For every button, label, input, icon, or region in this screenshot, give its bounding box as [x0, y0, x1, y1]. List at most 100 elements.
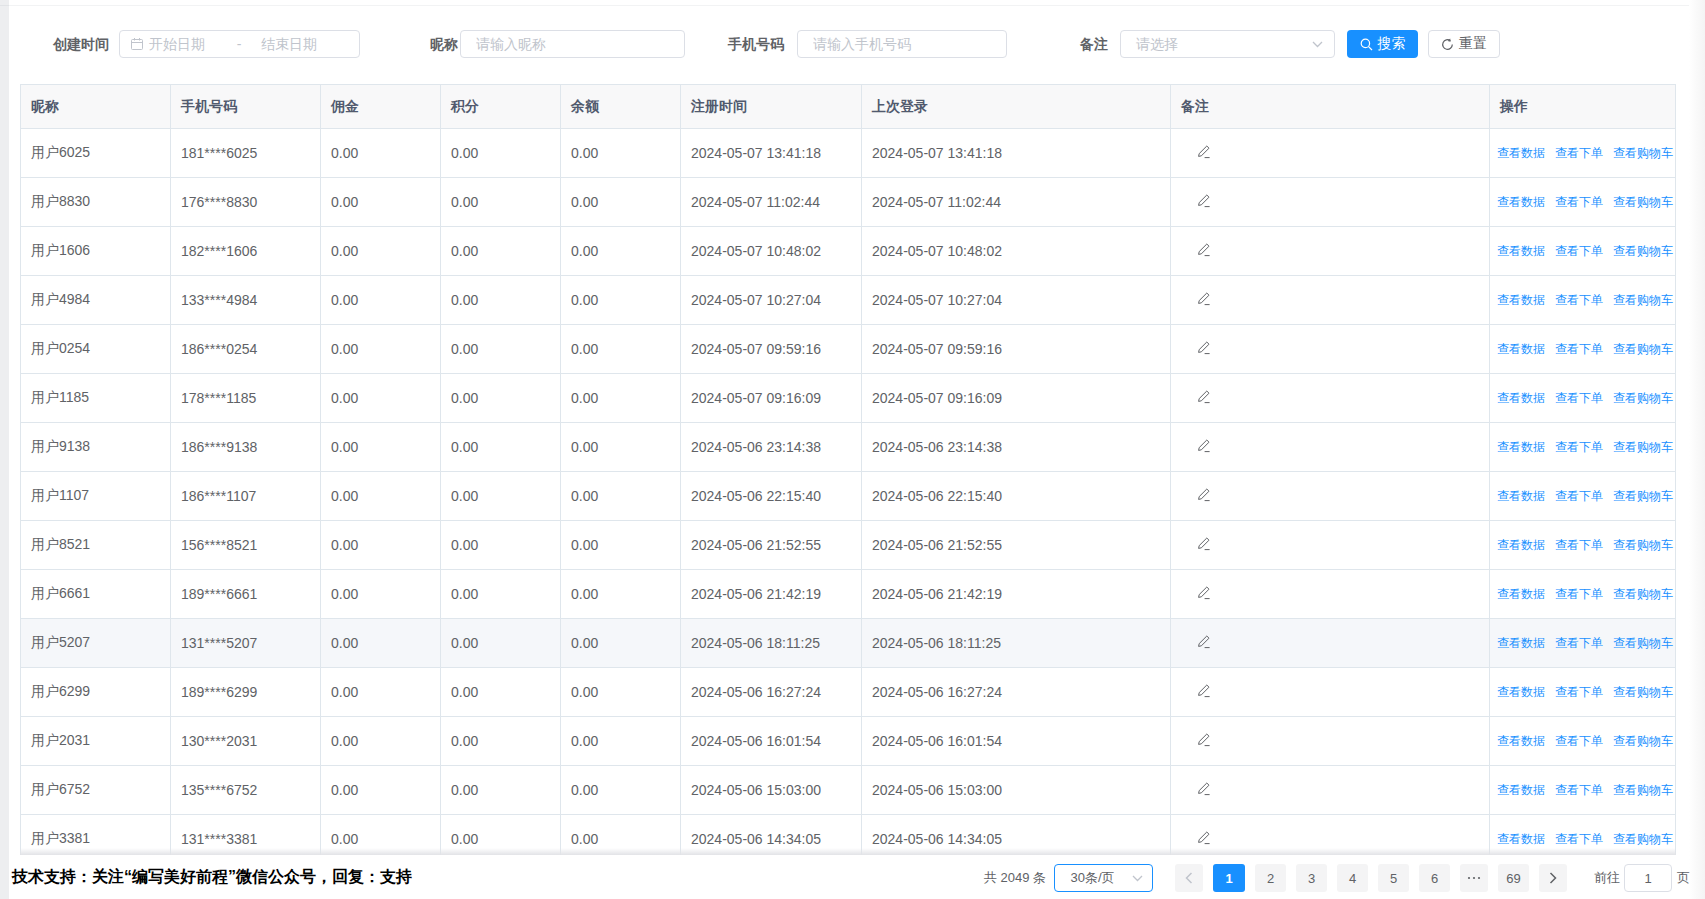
edit-remark-button[interactable] [1196, 193, 1211, 211]
page-button-last[interactable]: 69 [1498, 864, 1529, 892]
view-cart-link[interactable]: 查看购物车 [1613, 293, 1673, 307]
create-time-label: 创建时间 [53, 30, 109, 58]
edit-remark-button[interactable] [1196, 585, 1211, 603]
nickname-input[interactable] [460, 30, 685, 58]
balance-cell: 0.00 [561, 178, 681, 227]
last-login-cell: 2024-05-06 22:15:40 [862, 472, 1171, 521]
edit-remark-button[interactable] [1196, 438, 1211, 456]
reset-button[interactable]: 重置 [1428, 30, 1500, 58]
register-time-cell: 2024-05-07 13:41:18 [681, 129, 862, 178]
edit-remark-button[interactable] [1196, 340, 1211, 358]
page-size-select[interactable]: 30条/页 [1054, 864, 1153, 892]
view-cart-link[interactable]: 查看购物车 [1613, 244, 1673, 258]
goto-page-input[interactable] [1624, 864, 1672, 892]
column-header-6: 上次登录 [862, 85, 1171, 129]
edit-remark-button[interactable] [1196, 781, 1211, 799]
view-data-link[interactable]: 查看数据 [1497, 489, 1545, 503]
view-cart-link[interactable]: 查看购物车 [1613, 195, 1673, 209]
view-orders-link[interactable]: 查看下单 [1555, 538, 1603, 552]
view-cart-link[interactable]: 查看购物车 [1613, 587, 1673, 601]
view-data-link[interactable]: 查看数据 [1497, 440, 1545, 454]
next-page-button[interactable] [1539, 864, 1567, 892]
view-data-link[interactable]: 查看数据 [1497, 636, 1545, 650]
page-button-1[interactable]: 1 [1213, 864, 1245, 892]
view-data-link[interactable]: 查看数据 [1497, 832, 1545, 846]
view-cart-link[interactable]: 查看购物车 [1613, 685, 1673, 699]
page-button-4[interactable]: 4 [1337, 864, 1368, 892]
view-data-link[interactable]: 查看数据 [1497, 342, 1545, 356]
view-data-link[interactable]: 查看数据 [1497, 195, 1545, 209]
view-orders-link[interactable]: 查看下单 [1555, 783, 1603, 797]
edit-icon [1196, 389, 1211, 404]
view-orders-link[interactable]: 查看下单 [1555, 342, 1603, 356]
edit-remark-button[interactable] [1196, 487, 1211, 505]
view-cart-link[interactable]: 查看购物车 [1613, 538, 1673, 552]
view-orders-link[interactable]: 查看下单 [1555, 832, 1603, 846]
view-orders-link[interactable]: 查看下单 [1555, 685, 1603, 699]
nickname-label: 昵称 [430, 30, 458, 58]
remark-select[interactable]: 请选择 [1120, 30, 1335, 58]
edit-remark-button[interactable] [1196, 144, 1211, 162]
commission-cell: 0.00 [321, 570, 441, 619]
actions-cell: 查看数据查看下单查看购物车 [1490, 521, 1676, 570]
view-data-link[interactable]: 查看数据 [1497, 293, 1545, 307]
view-cart-link[interactable]: 查看购物车 [1613, 342, 1673, 356]
view-data-link[interactable]: 查看数据 [1497, 538, 1545, 552]
edit-remark-button[interactable] [1196, 389, 1211, 407]
chevron-left-icon [1185, 872, 1193, 884]
view-orders-link[interactable]: 查看下单 [1555, 391, 1603, 405]
view-cart-link[interactable]: 查看购物车 [1613, 636, 1673, 650]
view-orders-link[interactable]: 查看下单 [1555, 440, 1603, 454]
view-cart-link[interactable]: 查看购物车 [1613, 391, 1673, 405]
commission-cell: 0.00 [321, 374, 441, 423]
view-data-link[interactable]: 查看数据 [1497, 391, 1545, 405]
view-orders-link[interactable]: 查看下单 [1555, 636, 1603, 650]
table-row: 用户4984133****49840.000.000.002024-05-07 … [21, 276, 1676, 325]
edit-remark-button[interactable] [1196, 683, 1211, 701]
view-data-link[interactable]: 查看数据 [1497, 783, 1545, 797]
edit-remark-button[interactable] [1196, 830, 1211, 848]
view-cart-link[interactable]: 查看购物车 [1613, 783, 1673, 797]
page-button-5[interactable]: 5 [1378, 864, 1409, 892]
phone-input[interactable] [797, 30, 1007, 58]
register-time-cell: 2024-05-06 22:15:40 [681, 472, 862, 521]
edit-icon [1196, 242, 1211, 257]
view-cart-link[interactable]: 查看购物车 [1613, 832, 1673, 846]
view-orders-link[interactable]: 查看下单 [1555, 587, 1603, 601]
page-button-6[interactable]: 6 [1419, 864, 1450, 892]
search-button[interactable]: 搜索 [1347, 30, 1418, 58]
prev-page-button[interactable] [1175, 864, 1203, 892]
edit-remark-button[interactable] [1196, 536, 1211, 554]
view-cart-link[interactable]: 查看购物车 [1613, 489, 1673, 503]
page-button-3[interactable]: 3 [1296, 864, 1327, 892]
view-orders-link[interactable]: 查看下单 [1555, 293, 1603, 307]
view-orders-link[interactable]: 查看下单 [1555, 146, 1603, 160]
view-orders-link[interactable]: 查看下单 [1555, 244, 1603, 258]
edit-remark-button[interactable] [1196, 242, 1211, 260]
points-cell: 0.00 [441, 570, 561, 619]
table-row: 用户0254186****02540.000.000.002024-05-07 … [21, 325, 1676, 374]
commission-cell: 0.00 [321, 668, 441, 717]
view-data-link[interactable]: 查看数据 [1497, 685, 1545, 699]
view-orders-link[interactable]: 查看下单 [1555, 195, 1603, 209]
commission-cell: 0.00 [321, 521, 441, 570]
edit-remark-button[interactable] [1196, 634, 1211, 652]
date-range-input[interactable]: 开始日期 - 结束日期 [119, 30, 360, 58]
view-orders-link[interactable]: 查看下单 [1555, 489, 1603, 503]
quick-next-button[interactable] [1460, 864, 1488, 892]
column-header-5: 注册时间 [681, 85, 862, 129]
phone-cell: 135****6752 [171, 766, 321, 815]
view-cart-link[interactable]: 查看购物车 [1613, 734, 1673, 748]
page-button-2[interactable]: 2 [1255, 864, 1286, 892]
points-cell: 0.00 [441, 668, 561, 717]
view-cart-link[interactable]: 查看购物车 [1613, 440, 1673, 454]
view-cart-link[interactable]: 查看购物车 [1613, 146, 1673, 160]
view-data-link[interactable]: 查看数据 [1497, 587, 1545, 601]
view-data-link[interactable]: 查看数据 [1497, 146, 1545, 160]
table-row: 用户1606182****16060.000.000.002024-05-07 … [21, 227, 1676, 276]
view-data-link[interactable]: 查看数据 [1497, 244, 1545, 258]
view-data-link[interactable]: 查看数据 [1497, 734, 1545, 748]
edit-remark-button[interactable] [1196, 732, 1211, 750]
edit-remark-button[interactable] [1196, 291, 1211, 309]
view-orders-link[interactable]: 查看下单 [1555, 734, 1603, 748]
